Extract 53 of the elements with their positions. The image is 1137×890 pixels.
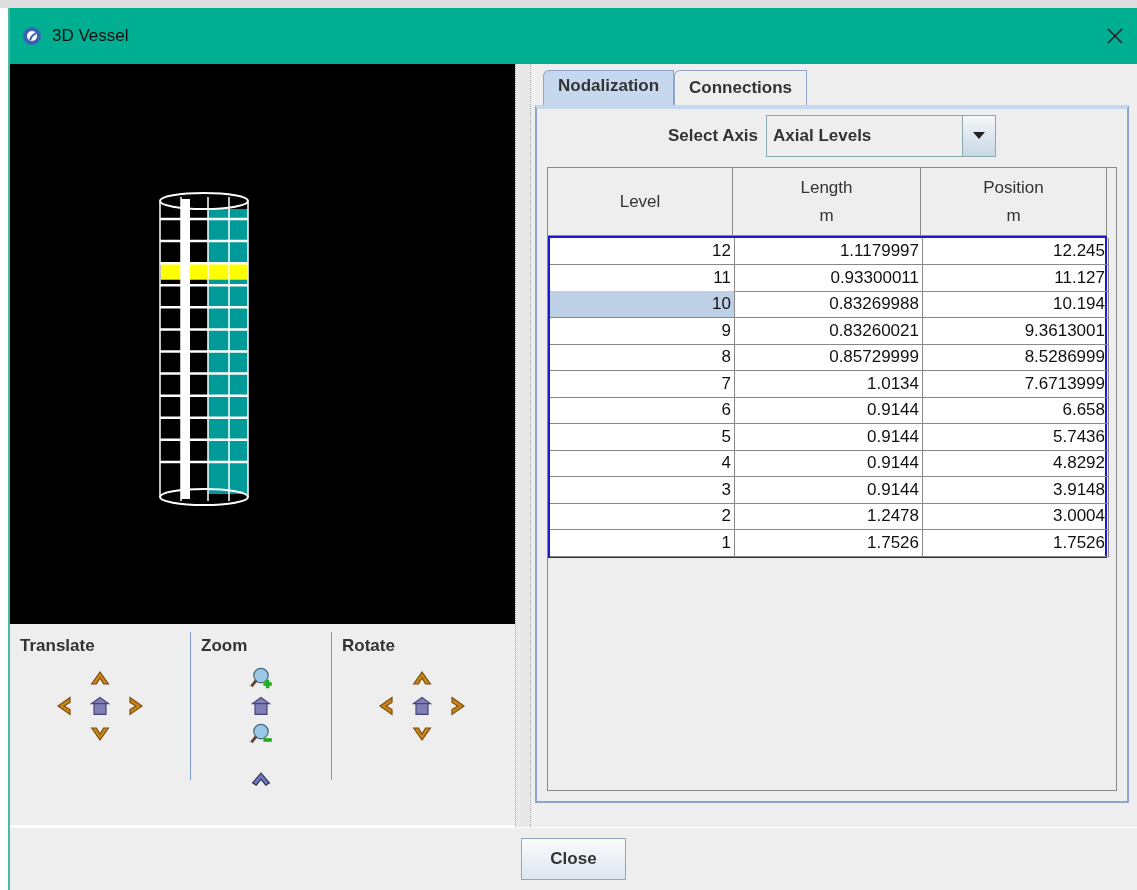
- table-cell[interactable]: 0.93300011: [735, 264, 923, 292]
- select-axis-label: Select Axis: [667, 126, 759, 146]
- axis-dropdown[interactable]: Axial Levels: [766, 115, 997, 157]
- control-group-title: Translate: [20, 636, 96, 656]
- table-cell[interactable]: 0.9144: [735, 397, 923, 424]
- table-cell[interactable]: 5: [550, 423, 735, 451]
- table-cell[interactable]: 12: [550, 238, 735, 265]
- table-cell[interactable]: 0.9144: [735, 423, 923, 451]
- app-icon: [22, 26, 42, 46]
- table-cell[interactable]: 4.8292: [923, 450, 1109, 477]
- table-cell[interactable]: 1.7526: [735, 529, 923, 557]
- close-icon[interactable]: [1105, 26, 1125, 46]
- table-cell[interactable]: 0.9144: [735, 450, 923, 477]
- home-icon[interactable]: [88, 694, 112, 718]
- dropdown-arrow-icon: [973, 132, 986, 140]
- table-cell[interactable]: 3.9148: [923, 476, 1109, 504]
- 3d-viewport[interactable]: [10, 64, 515, 624]
- zoom-in-icon[interactable]: [249, 666, 273, 690]
- window-title: 3D Vessel: [52, 26, 130, 46]
- table-cell[interactable]: 0.83269988: [735, 291, 923, 318]
- table-cell[interactable]: 7.6713999: [923, 370, 1109, 398]
- table-cell[interactable]: 0.83260021: [735, 317, 923, 345]
- table-cell[interactable]: 1.7526: [923, 529, 1109, 557]
- table-cell[interactable]: 6: [550, 397, 735, 424]
- table-cell[interactable]: 9: [550, 317, 735, 345]
- home-icon[interactable]: [249, 694, 273, 718]
- table-cell[interactable]: 8: [550, 344, 735, 371]
- table-cell[interactable]: 1.1179997: [735, 238, 923, 265]
- table-cell[interactable]: 3.0004: [923, 503, 1109, 530]
- home-icon[interactable]: [410, 694, 434, 718]
- table-cell[interactable]: 1.2478: [735, 503, 923, 530]
- table-cell[interactable]: 0.9144: [735, 476, 923, 504]
- table-cell[interactable]: 9.3613001: [923, 317, 1109, 345]
- close-button[interactable]: Close: [521, 838, 626, 880]
- table-cell[interactable]: 7: [550, 370, 735, 398]
- table-cell[interactable]: 6.658: [923, 397, 1109, 424]
- control-group-title: Rotate: [342, 636, 396, 656]
- control-group-title: Zoom: [201, 636, 249, 656]
- tab[interactable]: Connections: [674, 70, 807, 105]
- zoom-out-icon[interactable]: [249, 722, 273, 746]
- table-cell[interactable]: 2: [550, 503, 735, 530]
- table-cell[interactable]: 11.127: [923, 264, 1109, 292]
- table-cell[interactable]: 10.194: [923, 291, 1109, 318]
- table-cell[interactable]: 8.5286999: [923, 344, 1109, 371]
- table-cell[interactable]: 3: [550, 476, 735, 504]
- table-cell[interactable]: 1: [550, 529, 735, 557]
- table-cell[interactable]: 12.245: [923, 238, 1109, 265]
- table-cell[interactable]: 1.0134: [735, 370, 923, 398]
- table-cell[interactable]: 4: [550, 450, 735, 477]
- tab[interactable]: Nodalization: [543, 70, 675, 105]
- table-cell[interactable]: 5.7436: [923, 423, 1109, 451]
- table-cell[interactable]: 10: [550, 291, 735, 318]
- table-cell[interactable]: 0.85729999: [735, 344, 923, 371]
